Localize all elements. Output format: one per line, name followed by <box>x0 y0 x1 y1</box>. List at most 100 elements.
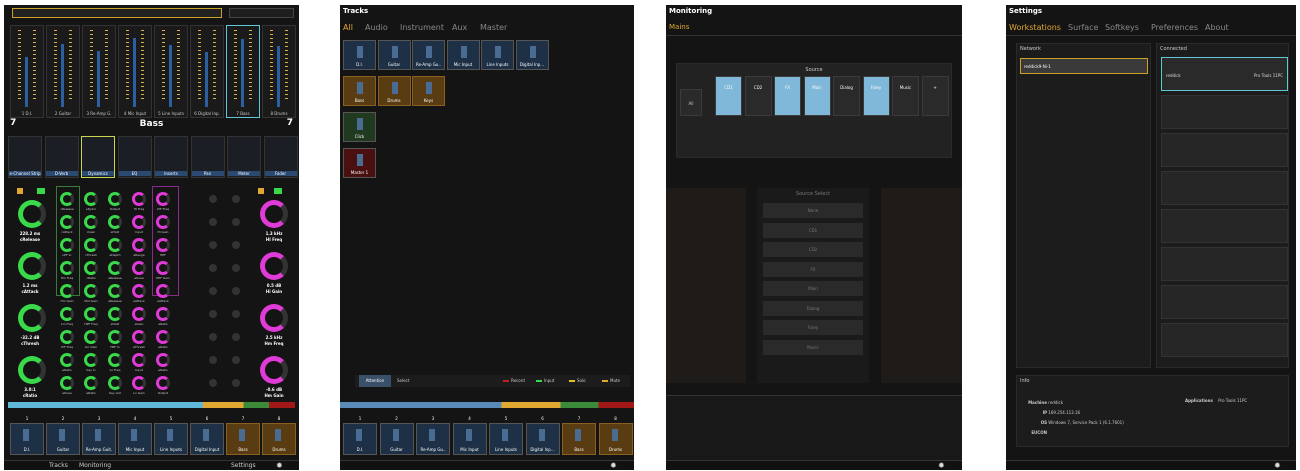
grid-knob[interactable] <box>60 353 74 367</box>
track-tile[interactable]: Line Inputs <box>481 40 514 70</box>
track-tile[interactable]: Mic Input <box>446 40 480 70</box>
source-0[interactable]: CD1 <box>715 76 742 116</box>
bottom-track-7[interactable]: Bass <box>226 423 260 455</box>
channel-strip[interactable]: 4 Mic Input <box>118 25 152 118</box>
grid-knob[interactable] <box>84 307 98 321</box>
bypass-icon[interactable] <box>37 188 45 194</box>
grid-knob[interactable] <box>132 261 146 275</box>
small-knob[interactable] <box>209 333 217 341</box>
knob-cattack[interactable] <box>18 252 46 280</box>
tab-about[interactable]: About <box>1205 23 1229 32</box>
bottom-track-4[interactable]: Mic Input <box>118 423 152 455</box>
small-knob[interactable] <box>209 287 217 295</box>
grid-knob[interactable] <box>132 376 146 390</box>
bottom-track-3[interactable]: Re-Amp Gu.. <box>416 423 450 455</box>
small-knob[interactable] <box>209 264 217 272</box>
grid-knob[interactable] <box>84 376 98 390</box>
tab-master[interactable]: Master <box>480 23 507 32</box>
bottom-track-5[interactable]: Line Inputs <box>154 423 188 455</box>
grid-knob[interactable] <box>84 192 98 206</box>
bank-selector-right[interactable] <box>229 8 294 18</box>
insert-4[interactable]: EQ <box>117 136 152 178</box>
bottom-track-1[interactable]: D.I. <box>10 423 44 455</box>
source-3[interactable]: Main <box>803 76 831 116</box>
bottom-track-2[interactable]: Guitar <box>379 423 414 455</box>
grid-knob[interactable] <box>108 330 122 344</box>
grid-knob[interactable] <box>132 215 146 229</box>
insert-6[interactable]: Pan <box>190 136 225 178</box>
tab-instrument[interactable]: Instrument <box>400 23 444 32</box>
grid-knob[interactable] <box>60 261 74 275</box>
source-select-5[interactable]: Dialog <box>763 300 863 316</box>
connected-row[interactable] <box>1161 133 1288 167</box>
track-tile[interactable]: Master 1 <box>343 148 376 178</box>
small-knob[interactable] <box>209 195 217 203</box>
knob-hi-freq[interactable] <box>260 200 288 228</box>
gear-icon[interactable]: ✹ <box>1274 461 1281 470</box>
insert-7[interactable]: Meter <box>227 136 261 178</box>
bottom-track-7[interactable]: Bass <box>562 423 596 455</box>
small-knob[interactable] <box>209 356 217 364</box>
grid-knob[interactable] <box>156 307 170 321</box>
grid-knob[interactable] <box>84 238 98 252</box>
grid-knob[interactable] <box>156 215 170 229</box>
bank-selector[interactable] <box>12 8 222 18</box>
select-button[interactable]: Select <box>397 378 409 383</box>
grid-knob[interactable] <box>60 307 74 321</box>
grid-knob[interactable] <box>132 330 146 344</box>
bottom-track-4[interactable]: Mic Input <box>452 423 487 455</box>
grid-knob[interactable] <box>132 307 146 321</box>
source-select-4[interactable]: Main <box>763 281 863 296</box>
grid-knob[interactable] <box>84 353 98 367</box>
tab-all[interactable]: All <box>343 23 353 32</box>
bottom-track-3[interactable]: Re-Amp Guit. <box>82 423 116 455</box>
small-knob[interactable] <box>232 310 240 318</box>
grid-knob[interactable] <box>108 353 122 367</box>
source-7[interactable]: + <box>921 76 949 116</box>
channel-strip[interactable]: 1 D.I. <box>10 25 44 118</box>
tab-preferences[interactable]: Preferences <box>1151 23 1198 32</box>
small-knob[interactable] <box>232 241 240 249</box>
knob-cthresh[interactable] <box>18 304 46 332</box>
grid-knob[interactable] <box>156 353 170 367</box>
grid-knob[interactable] <box>60 376 74 390</box>
grid-knob[interactable] <box>60 238 74 252</box>
track-tile[interactable]: Keys <box>412 76 445 106</box>
source-select-0[interactable]: None <box>763 203 863 218</box>
mains-tab[interactable]: Mains <box>669 23 689 31</box>
bottom-track-5[interactable]: Line Inputs <box>489 423 523 455</box>
source-1[interactable]: CD2 <box>744 76 772 116</box>
grid-knob[interactable] <box>84 284 98 298</box>
grid-knob[interactable] <box>132 192 146 206</box>
source-select-2[interactable]: CD2 <box>763 242 863 257</box>
track-tile[interactable]: D.I. <box>343 40 376 70</box>
grid-knob[interactable] <box>156 376 170 390</box>
channel-strip[interactable]: 8 Drums <box>262 25 296 118</box>
channel-strip[interactable]: 7 Bass <box>226 25 260 118</box>
source-select-3[interactable]: FX <box>763 261 863 277</box>
insert-3[interactable]: Dynamics <box>81 136 115 178</box>
small-knob[interactable] <box>209 241 217 249</box>
grid-knob[interactable] <box>132 353 146 367</box>
grid-knob[interactable] <box>156 238 170 252</box>
connected-row[interactable]: reddick Pro Tools 11PC <box>1161 57 1288 91</box>
small-knob[interactable] <box>232 333 240 341</box>
nav-monitoring[interactable]: Monitoring <box>79 462 111 469</box>
source-5[interactable]: Foley <box>862 76 890 116</box>
grid-knob[interactable] <box>84 215 98 229</box>
network-item[interactable]: reddick9-Ni-1 <box>1020 58 1148 74</box>
channel-strip[interactable]: 5 Line Inputs <box>154 25 188 118</box>
track-tile[interactable]: Re-Amp Gu.. <box>412 40 445 70</box>
track-tile[interactable]: Guitar <box>377 40 411 70</box>
grid-knob[interactable] <box>108 307 122 321</box>
small-knob[interactable] <box>232 218 240 226</box>
attention-button[interactable]: Attention <box>359 375 391 387</box>
grid-knob[interactable] <box>156 284 170 298</box>
bottom-track-6[interactable]: Digital Input <box>190 423 224 455</box>
source-6[interactable]: Music <box>892 76 919 116</box>
grid-knob[interactable] <box>108 215 122 229</box>
tab-workstations[interactable]: Workstations <box>1009 23 1061 32</box>
nav-settings[interactable]: Settings <box>231 462 256 469</box>
connected-row[interactable] <box>1161 247 1288 281</box>
grid-knob[interactable] <box>60 284 74 298</box>
